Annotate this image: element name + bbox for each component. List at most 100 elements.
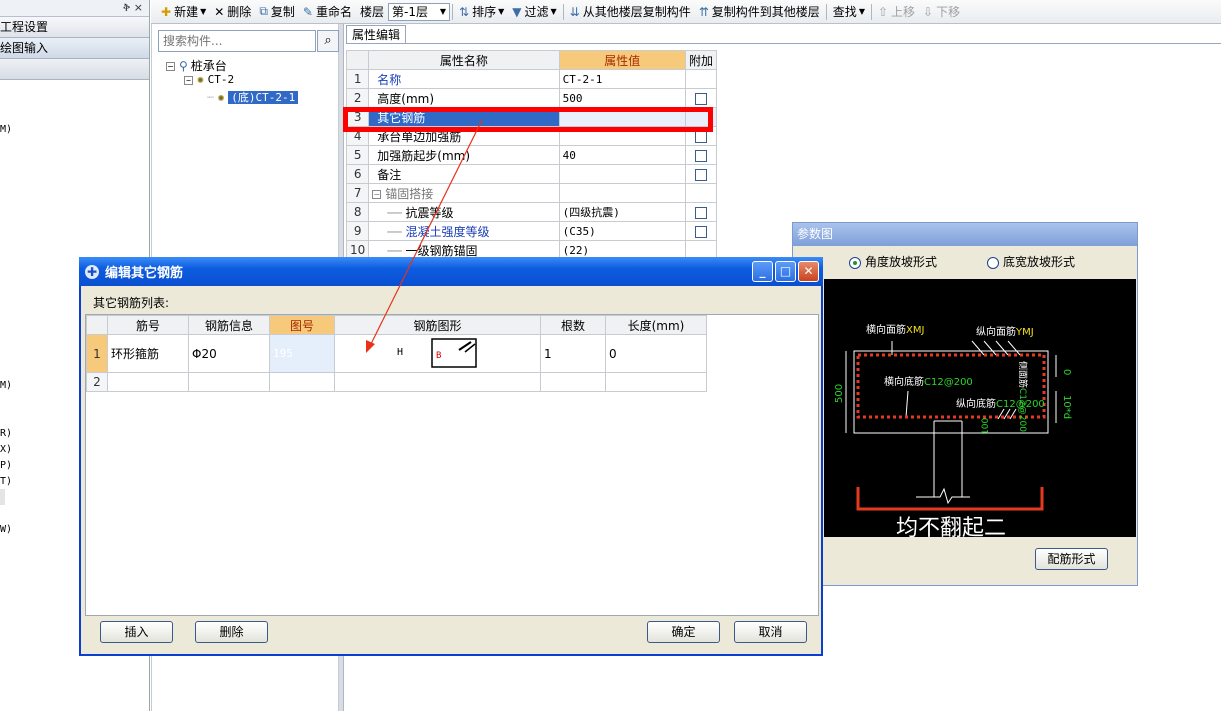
toolbar-separator [452,3,453,20]
floor-select[interactable]: 第-1层 ▼ [388,2,450,21]
copy-from-other-floor-button[interactable]: ⇊ 从其他楼层复制构件 [566,1,695,23]
property-row[interactable]: 5 加强筋起步(mm) 40 [345,145,718,165]
extra-cell [684,164,718,184]
extra-cell [684,221,718,241]
tree-line: ── [387,224,406,239]
property-row[interactable]: 2 高度(mm) 500 [345,88,718,108]
move-down-button[interactable]: ⇩ 下移 [919,1,964,23]
dialog-titlebar[interactable]: ✚ 编辑其它钢筋 _ □ ✕ [79,257,823,286]
delete-button[interactable]: ✕ 删除 [210,1,255,23]
search-icon[interactable]: ⌕ [317,30,339,52]
count-cell[interactable]: 1 [540,334,606,373]
tree-node-ct2-1[interactable]: ┈ ✺ (底)CT-2-1 [207,89,299,105]
property-value[interactable] [558,164,686,184]
radio-angle-slope[interactable]: 角度放坡形式 [849,253,937,270]
length-cell[interactable] [605,372,707,392]
row-number: 7 [345,183,370,203]
bar-info-cell[interactable] [188,372,270,392]
bar-info-cell[interactable]: Φ20 [188,334,270,373]
property-value[interactable]: 40 [558,145,686,165]
extra-checkbox[interactable] [694,168,707,181]
bar-no-cell[interactable]: 环形箍筋 [107,334,189,373]
clipped-item: R) [0,428,13,439]
property-name: 高度(mm) [368,88,560,108]
count-cell[interactable] [540,372,606,392]
property-name-text: 混凝土强度等级 [405,224,490,239]
rebar-row[interactable]: 1 环形箍筋 Φ20 195 H B 1 0 [86,334,707,373]
radio-width-slope[interactable]: 底宽放坡形式 [987,253,1075,270]
row-number: 1 [345,69,370,89]
tree-line: ── [387,205,406,220]
pin-close-icon[interactable]: ቅ × [123,1,143,15]
ok-button[interactable]: 确定 [647,621,720,643]
collapse-icon[interactable]: − [184,75,193,85]
property-name: 名称 [368,69,560,89]
fig-no-cell[interactable]: 195 [269,334,335,373]
extra-checkbox[interactable] [694,130,707,143]
tab-property-edit[interactable]: 属性编辑 [346,25,406,44]
rebar-form-button[interactable]: 配筋形式 [1035,548,1108,570]
property-value[interactable]: CT-2-1 [558,69,686,89]
new-icon: ✚ [161,4,172,19]
search-input[interactable] [158,30,316,52]
header-count: 根数 [540,315,606,335]
header-length: 长度(mm) [605,315,707,335]
property-header-row: 属性名称 属性值 附加 [345,50,718,70]
sort-button[interactable]: ⇅ 排序 ▼ [455,1,508,23]
delete-label: 删除 [227,5,252,19]
filter-button[interactable]: ▼ 过滤 ▼ [508,1,560,23]
copy-to-other-floor-button[interactable]: ⇈ 复制构件到其他楼层 [695,1,824,23]
insert-button[interactable]: 插入 [100,621,173,643]
copy-from-floor-icon: ⇊ [569,4,580,19]
property-value[interactable]: (C35) [558,221,686,241]
dialog-title: 编辑其它钢筋 [105,266,184,281]
bar-shape-cell[interactable] [334,372,541,392]
extra-checkbox[interactable] [694,225,707,238]
rename-button[interactable]: ✎ 重命名 [299,1,356,23]
rebar-row[interactable]: 2 [86,372,707,392]
copy-to-floor-icon: ⇈ [698,4,709,19]
tree-node-ct2[interactable]: − ✺ CT-2 [184,73,234,86]
property-value[interactable]: 500 [558,88,686,108]
property-value[interactable]: (四级抗震) [558,202,686,222]
fig-no-cell[interactable] [269,372,335,392]
maximize-icon[interactable]: □ [775,261,796,282]
bar-shape-cell[interactable]: H B [334,334,541,373]
property-row[interactable]: 6 备注 [345,164,718,184]
delete-icon: ✕ [214,4,225,19]
find-button[interactable]: 查找 ▼ [829,1,869,23]
collapse-icon[interactable]: − [166,62,175,71]
collapse-icon[interactable]: − [372,189,382,199]
bar-no-cell[interactable] [107,372,189,392]
property-row[interactable]: 1 名称 CT-2-1 [345,69,718,89]
property-row[interactable]: 8 ── 抗震等级 (四级抗震) [345,202,718,222]
minimize-icon[interactable]: _ [752,261,773,282]
close-icon[interactable]: ✕ [798,261,819,282]
extra-checkbox[interactable] [694,206,707,219]
cancel-button[interactable]: 取消 [734,621,807,643]
new-button[interactable]: ✚ 新建 ▼ [157,1,210,23]
pile-cap-icon: ⚲ [179,59,188,73]
length-cell[interactable]: 0 [605,334,707,373]
extra-checkbox[interactable] [694,92,707,105]
property-group-name: − 锚固搭接 [368,183,560,203]
property-group-row[interactable]: 7 − 锚固搭接 [345,183,718,203]
nav-project-settings[interactable]: 工程设置 [0,17,149,38]
leader-top-vertical [983,340,997,356]
floor-value: 第-1层 [392,5,428,19]
main-toolbar: ✚ 新建 ▼ ✕ 删除 ⧉ 复制 ✎ 重命名 楼层 第-1层 ▼ ⇅ 排序 ▼ ▼ 过滤 ▼ ⇊ 从其… [151,0,1221,24]
nav-drawing-input[interactable]: 绘图输入 [0,38,149,59]
delete-button[interactable]: 删除 [195,621,268,643]
label-top-horizontal: 横向面筋XMJ [866,323,924,336]
move-up-button[interactable]: ⇧ 上移 [874,1,919,23]
property-grid: 属性名称 属性值 附加 1 名称 CT-2-1 2 高度(mm) 500 3 其… [345,50,718,260]
tree-node-root[interactable]: − ⚲ 桩承台 [166,57,227,74]
copy-button[interactable]: ⧉ 复制 [255,1,299,23]
corner-header [86,315,108,335]
property-row[interactable]: 9 ── 混凝土强度等级 (C35) [345,221,718,241]
sort-label: 排序 [472,5,497,19]
extra-checkbox[interactable] [694,149,707,162]
group-label: 锚固搭接 [385,186,434,201]
row-number: 2 [86,372,108,392]
property-name-text: 抗震等级 [405,205,454,220]
